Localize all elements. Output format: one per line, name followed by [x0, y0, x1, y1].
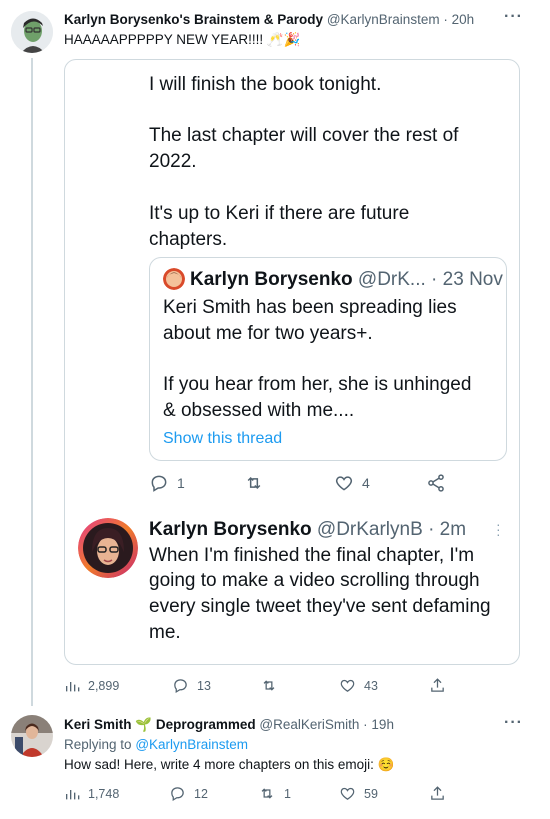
- views-chart-icon: [66, 790, 80, 800]
- tweet2-author-name[interactable]: Keri Smith: [64, 717, 132, 732]
- tweet2-views-count: 1,748: [88, 787, 120, 801]
- tweet2-like-count: 59: [364, 786, 378, 801]
- inner-quote-header: Karlyn Borysenko @DrK... · 23 Nov: [190, 267, 503, 293]
- tweet2-text: How sad! Here, write 4 more chapters on …: [64, 757, 394, 773]
- inner-quote-line4: & obsessed with me....: [163, 400, 355, 421]
- reply-icon: [151, 475, 167, 492]
- tweet1-time[interactable]: 20h: [452, 12, 475, 27]
- share-icon: [428, 474, 444, 492]
- reply-time[interactable]: 2m: [440, 519, 466, 540]
- tweet2-author-suffix[interactable]: Deprogrammed: [156, 717, 256, 732]
- inner-quote-line3: If you hear from her, she is unhinged: [163, 374, 472, 395]
- heart-icon: [340, 787, 355, 800]
- replying-to-label: Replying to: [64, 737, 132, 752]
- tweet2-emoji: ☺️: [377, 757, 395, 772]
- tweet2-views[interactable]: 1,748: [64, 786, 119, 802]
- avatar-karlyn-brainstem[interactable]: [11, 11, 53, 53]
- replying-to-handle[interactable]: @KarlynBrainstem: [135, 737, 248, 752]
- woman-avatar-icon: [163, 268, 185, 290]
- card-share-button[interactable]: [426, 473, 446, 493]
- tweet1-author-handle[interactable]: @KarlynBrainstem: [327, 12, 440, 27]
- tweet2-share-button[interactable]: [429, 785, 446, 802]
- tweet2-reply-button[interactable]: 12: [169, 785, 208, 802]
- reply-avatar[interactable]: [78, 518, 138, 578]
- inner-quote-date[interactable]: 23 Nov: [443, 269, 503, 290]
- upload-share-icon: [431, 786, 444, 800]
- tweet2-reply-count: 12: [194, 786, 208, 801]
- zombie-avatar-icon: [11, 11, 53, 53]
- card-line2a: The last chapter will cover the rest of: [149, 125, 459, 146]
- tweet1-header: Karlyn Borysenko's Brainstem & Parody @K…: [64, 12, 474, 27]
- avatar-keri-smith[interactable]: [11, 715, 53, 757]
- tweet2-separator: ·: [363, 717, 368, 732]
- heart-icon: [335, 476, 353, 491]
- inner-quote-line2: about me for two years+.: [163, 323, 373, 344]
- card-line1: I will finish the book tonight.: [149, 74, 382, 95]
- inner-quote-handle[interactable]: @DrK...: [358, 269, 426, 290]
- tweet1-more-icon[interactable]: ···: [504, 8, 523, 26]
- card-retweet-button[interactable]: [243, 473, 273, 493]
- reply-icon: [174, 679, 187, 694]
- tweet2-text-content: How sad! Here, write 4 more chapters on …: [64, 757, 374, 772]
- reply-line2: going to make a video scrolling through: [149, 570, 480, 591]
- card-reply-count: 1: [177, 475, 185, 491]
- tweet1-retweet-button[interactable]: [260, 677, 286, 694]
- show-thread-link[interactable]: Show this thread: [163, 426, 282, 452]
- tweet2-more-icon[interactable]: ···: [504, 714, 523, 732]
- reply-more-icon[interactable]: · · ·: [496, 517, 501, 541]
- card-like-count: 4: [362, 475, 370, 491]
- card-line3a: It's up to Keri if there are future: [149, 203, 410, 224]
- inner-quote-line1: Keri Smith has been spreading lies: [163, 297, 457, 318]
- inner-quote-separator: ·: [431, 269, 438, 290]
- reply-separator: ·: [428, 519, 435, 540]
- tweet1-like-count: 43: [364, 678, 378, 693]
- tweet2-replying-to: Replying to @KarlynBrainstem: [64, 737, 248, 752]
- reply-author-name[interactable]: Karlyn Borysenko: [149, 519, 312, 540]
- tweet1-emoji: 🥂🎉: [266, 32, 301, 47]
- tweet1-reply-button[interactable]: 13: [172, 677, 211, 694]
- card-line3b: chapters.: [149, 229, 228, 250]
- tweet1-separator: ·: [443, 12, 448, 27]
- seedling-emoji-icon: 🌱: [135, 717, 153, 732]
- woman-glasses-avatar-icon: [78, 518, 138, 578]
- card-reply-button[interactable]: 1: [149, 473, 185, 493]
- tweet1-views[interactable]: 2,899: [64, 678, 119, 694]
- heart-icon: [340, 679, 355, 692]
- tweet2-header: Keri Smith 🌱 Deprogrammed @RealKeriSmith…: [64, 717, 394, 733]
- tweet1-author-name[interactable]: Karlyn Borysenko's Brainstem & Parody: [64, 12, 323, 27]
- tweet1-like-button[interactable]: 43: [339, 677, 378, 694]
- reply-line3: every single tweet they've sent defaming: [149, 596, 491, 617]
- reply-header: Karlyn Borysenko @DrKarlynB · 2m: [149, 517, 466, 543]
- retweet-icon: [263, 680, 275, 691]
- tweet1-text-content: HAAAAAPPPPPY NEW YEAR!!!!: [64, 32, 264, 47]
- tweet2-retweet-count: 1: [284, 786, 291, 801]
- tweet2-author-handle[interactable]: @RealKeriSmith: [259, 717, 359, 732]
- reply-icon: [171, 787, 184, 802]
- tweet2-time[interactable]: 19h: [371, 717, 394, 732]
- tweet2-like-button[interactable]: 59: [339, 785, 378, 802]
- reply-line1: When I'm finished the final chapter, I'm: [149, 545, 475, 566]
- retweet-icon: [247, 476, 261, 490]
- reply-line4: me.: [149, 622, 181, 643]
- views-chart-icon: [66, 682, 80, 692]
- tweet1-share-button[interactable]: [429, 677, 446, 694]
- upload-share-icon: [431, 678, 444, 692]
- tweet1-reply-count: 13: [197, 678, 211, 693]
- inner-quote-avatar[interactable]: [163, 268, 185, 290]
- card-like-button[interactable]: 4: [334, 473, 370, 493]
- tweet2-retweet-button[interactable]: 1: [258, 785, 291, 802]
- keri-avatar-icon: [11, 715, 53, 757]
- retweet-icon: [261, 788, 273, 799]
- card-line2b: 2022.: [149, 151, 197, 172]
- reply-author-handle[interactable]: @DrKarlynB: [317, 519, 423, 540]
- thread-connector-line: [31, 58, 33, 706]
- inner-quote-name[interactable]: Karlyn Borysenko: [190, 269, 353, 290]
- tweet1-views-count: 2,899: [88, 679, 120, 693]
- tweet1-text: HAAAAAPPPPPY NEW YEAR!!!! 🥂🎉: [64, 32, 300, 48]
